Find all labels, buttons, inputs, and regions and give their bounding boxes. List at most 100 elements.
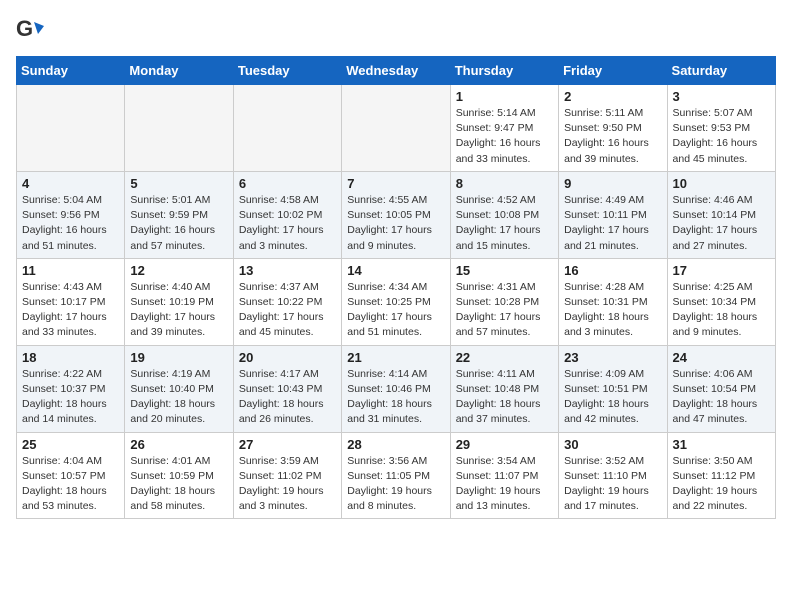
day-number: 17: [673, 263, 770, 278]
calendar-cell: [125, 85, 233, 172]
calendar-cell: 19 Sunrise: 4:19 AMSunset: 10:40 PMDaylig…: [125, 345, 233, 432]
day-number: 5: [130, 176, 227, 191]
calendar-cell: 1 Sunrise: 5:14 AMSunset: 9:47 PMDaylight…: [450, 85, 558, 172]
day-number: 23: [564, 350, 661, 365]
day-number: 25: [22, 437, 119, 452]
cell-sun-info: Sunrise: 4:01 AMSunset: 10:59 PMDaylight…: [130, 454, 227, 515]
calendar-cell: 13 Sunrise: 4:37 AMSunset: 10:22 PMDaylig…: [233, 258, 341, 345]
calendar-cell: 7 Sunrise: 4:55 AMSunset: 10:05 PMDayligh…: [342, 171, 450, 258]
cell-sun-info: Sunrise: 3:56 AMSunset: 11:05 PMDaylight…: [347, 454, 444, 515]
calendar-cell: 20 Sunrise: 4:17 AMSunset: 10:43 PMDaylig…: [233, 345, 341, 432]
calendar-cell: 12Sunrise: 4:40 AMSunset: 10:19 PMDaylig…: [125, 258, 233, 345]
calendar-cell: 10 Sunrise: 4:46 AMSunset: 10:14 PMDaylig…: [667, 171, 775, 258]
day-number: 19: [130, 350, 227, 365]
calendar-cell: 14Sunrise: 4:34 AMSunset: 10:25 PMDaylig…: [342, 258, 450, 345]
calendar-cell: 22 Sunrise: 4:11 AMSunset: 10:48 PMDaylig…: [450, 345, 558, 432]
calendar-cell: [342, 85, 450, 172]
cell-sun-info: Sunrise: 4:17 AMSunset: 10:43 PMDaylight…: [239, 367, 336, 428]
day-number: 30: [564, 437, 661, 452]
day-number: 15: [456, 263, 553, 278]
calendar-cell: 18Sunrise: 4:22 AMSunset: 10:37 PMDaylig…: [17, 345, 125, 432]
calendar-cell: 26Sunrise: 4:01 AMSunset: 10:59 PMDaylig…: [125, 432, 233, 519]
cell-sun-info: Sunrise: 4:19 AMSunset: 10:40 PMDaylight…: [130, 367, 227, 428]
logo-icon: G: [16, 16, 44, 44]
day-number: 31: [673, 437, 770, 452]
calendar-cell: 28 Sunrise: 3:56 AMSunset: 11:05 PMDaylig…: [342, 432, 450, 519]
day-number: 4: [22, 176, 119, 191]
calendar-header-friday: Friday: [559, 57, 667, 85]
calendar-week-row: 1 Sunrise: 5:14 AMSunset: 9:47 PMDaylight…: [17, 85, 776, 172]
calendar-week-row: 11 Sunrise: 4:43 AMSunset: 10:17 PMDaylig…: [17, 258, 776, 345]
day-number: 29: [456, 437, 553, 452]
svg-text:G: G: [16, 16, 33, 41]
cell-sun-info: Sunrise: 4:11 AMSunset: 10:48 PMDaylight…: [456, 367, 553, 428]
day-number: 3: [673, 89, 770, 104]
cell-sun-info: Sunrise: 4:04 AMSunset: 10:57 PMDaylight…: [22, 454, 119, 515]
cell-sun-info: Sunrise: 4:49 AMSunset: 10:11 PMDaylight…: [564, 193, 661, 254]
cell-sun-info: Sunrise: 5:14 AMSunset: 9:47 PMDaylight:…: [456, 106, 553, 167]
cell-sun-info: Sunrise: 5:01 AMSunset: 9:59 PMDaylight:…: [130, 193, 227, 254]
cell-sun-info: Sunrise: 4:22 AMSunset: 10:37 PMDaylight…: [22, 367, 119, 428]
day-number: 1: [456, 89, 553, 104]
day-number: 10: [673, 176, 770, 191]
cell-sun-info: Sunrise: 4:31 AMSunset: 10:28 PMDaylight…: [456, 280, 553, 341]
calendar-cell: 23Sunrise: 4:09 AMSunset: 10:51 PMDaylig…: [559, 345, 667, 432]
day-number: 27: [239, 437, 336, 452]
cell-sun-info: Sunrise: 4:28 AMSunset: 10:31 PMDaylight…: [564, 280, 661, 341]
day-number: 6: [239, 176, 336, 191]
day-number: 11: [22, 263, 119, 278]
page-header: G: [16, 16, 776, 44]
calendar-header-tuesday: Tuesday: [233, 57, 341, 85]
day-number: 8: [456, 176, 553, 191]
calendar-cell: 2 Sunrise: 5:11 AMSunset: 9:50 PMDaylight…: [559, 85, 667, 172]
calendar-week-row: 4 Sunrise: 5:04 AMSunset: 9:56 PMDaylight…: [17, 171, 776, 258]
calendar-cell: [233, 85, 341, 172]
calendar-cell: 15 Sunrise: 4:31 AMSunset: 10:28 PMDaylig…: [450, 258, 558, 345]
cell-sun-info: Sunrise: 4:52 AMSunset: 10:08 PMDaylight…: [456, 193, 553, 254]
cell-sun-info: Sunrise: 4:55 AMSunset: 10:05 PMDaylight…: [347, 193, 444, 254]
day-number: 13: [239, 263, 336, 278]
calendar-header-row: SundayMondayTuesdayWednesdayThursdayFrid…: [17, 57, 776, 85]
day-number: 28: [347, 437, 444, 452]
calendar-cell: 5 Sunrise: 5:01 AMSunset: 9:59 PMDaylight…: [125, 171, 233, 258]
calendar-header-thursday: Thursday: [450, 57, 558, 85]
cell-sun-info: Sunrise: 4:14 AMSunset: 10:46 PMDaylight…: [347, 367, 444, 428]
calendar-cell: 16Sunrise: 4:28 AMSunset: 10:31 PMDaylig…: [559, 258, 667, 345]
cell-sun-info: Sunrise: 3:50 AMSunset: 11:12 PMDaylight…: [673, 454, 770, 515]
calendar-header-monday: Monday: [125, 57, 233, 85]
cell-sun-info: Sunrise: 5:11 AMSunset: 9:50 PMDaylight:…: [564, 106, 661, 167]
calendar-header-saturday: Saturday: [667, 57, 775, 85]
day-number: 7: [347, 176, 444, 191]
day-number: 20: [239, 350, 336, 365]
calendar-week-row: 25 Sunrise: 4:04 AMSunset: 10:57 PMDaylig…: [17, 432, 776, 519]
cell-sun-info: Sunrise: 4:37 AMSunset: 10:22 PMDaylight…: [239, 280, 336, 341]
calendar-cell: 21 Sunrise: 4:14 AMSunset: 10:46 PMDaylig…: [342, 345, 450, 432]
calendar-cell: 4 Sunrise: 5:04 AMSunset: 9:56 PMDaylight…: [17, 171, 125, 258]
calendar-body: 1 Sunrise: 5:14 AMSunset: 9:47 PMDaylight…: [17, 85, 776, 519]
calendar-cell: 24 Sunrise: 4:06 AMSunset: 10:54 PMDaylig…: [667, 345, 775, 432]
cell-sun-info: Sunrise: 4:25 AMSunset: 10:34 PMDaylight…: [673, 280, 770, 341]
cell-sun-info: Sunrise: 5:04 AMSunset: 9:56 PMDaylight:…: [22, 193, 119, 254]
calendar-cell: 9 Sunrise: 4:49 AMSunset: 10:11 PMDayligh…: [559, 171, 667, 258]
calendar-cell: 31 Sunrise: 3:50 AMSunset: 11:12 PMDaylig…: [667, 432, 775, 519]
cell-sun-info: Sunrise: 4:43 AMSunset: 10:17 PMDaylight…: [22, 280, 119, 341]
day-number: 24: [673, 350, 770, 365]
day-number: 2: [564, 89, 661, 104]
calendar-table: SundayMondayTuesdayWednesdayThursdayFrid…: [16, 56, 776, 519]
calendar-header-sunday: Sunday: [17, 57, 125, 85]
cell-sun-info: Sunrise: 4:34 AMSunset: 10:25 PMDaylight…: [347, 280, 444, 341]
logo: G: [16, 16, 48, 44]
calendar-cell: 11 Sunrise: 4:43 AMSunset: 10:17 PMDaylig…: [17, 258, 125, 345]
day-number: 9: [564, 176, 661, 191]
calendar-week-row: 18Sunrise: 4:22 AMSunset: 10:37 PMDaylig…: [17, 345, 776, 432]
cell-sun-info: Sunrise: 4:46 AMSunset: 10:14 PMDaylight…: [673, 193, 770, 254]
day-number: 12: [130, 263, 227, 278]
cell-sun-info: Sunrise: 3:59 AMSunset: 11:02 PMDaylight…: [239, 454, 336, 515]
calendar-cell: 3Sunrise: 5:07 AMSunset: 9:53 PMDaylight…: [667, 85, 775, 172]
day-number: 22: [456, 350, 553, 365]
calendar-cell: 6 Sunrise: 4:58 AMSunset: 10:02 PMDayligh…: [233, 171, 341, 258]
cell-sun-info: Sunrise: 4:58 AMSunset: 10:02 PMDaylight…: [239, 193, 336, 254]
calendar-cell: [17, 85, 125, 172]
cell-sun-info: Sunrise: 4:06 AMSunset: 10:54 PMDaylight…: [673, 367, 770, 428]
day-number: 21: [347, 350, 444, 365]
